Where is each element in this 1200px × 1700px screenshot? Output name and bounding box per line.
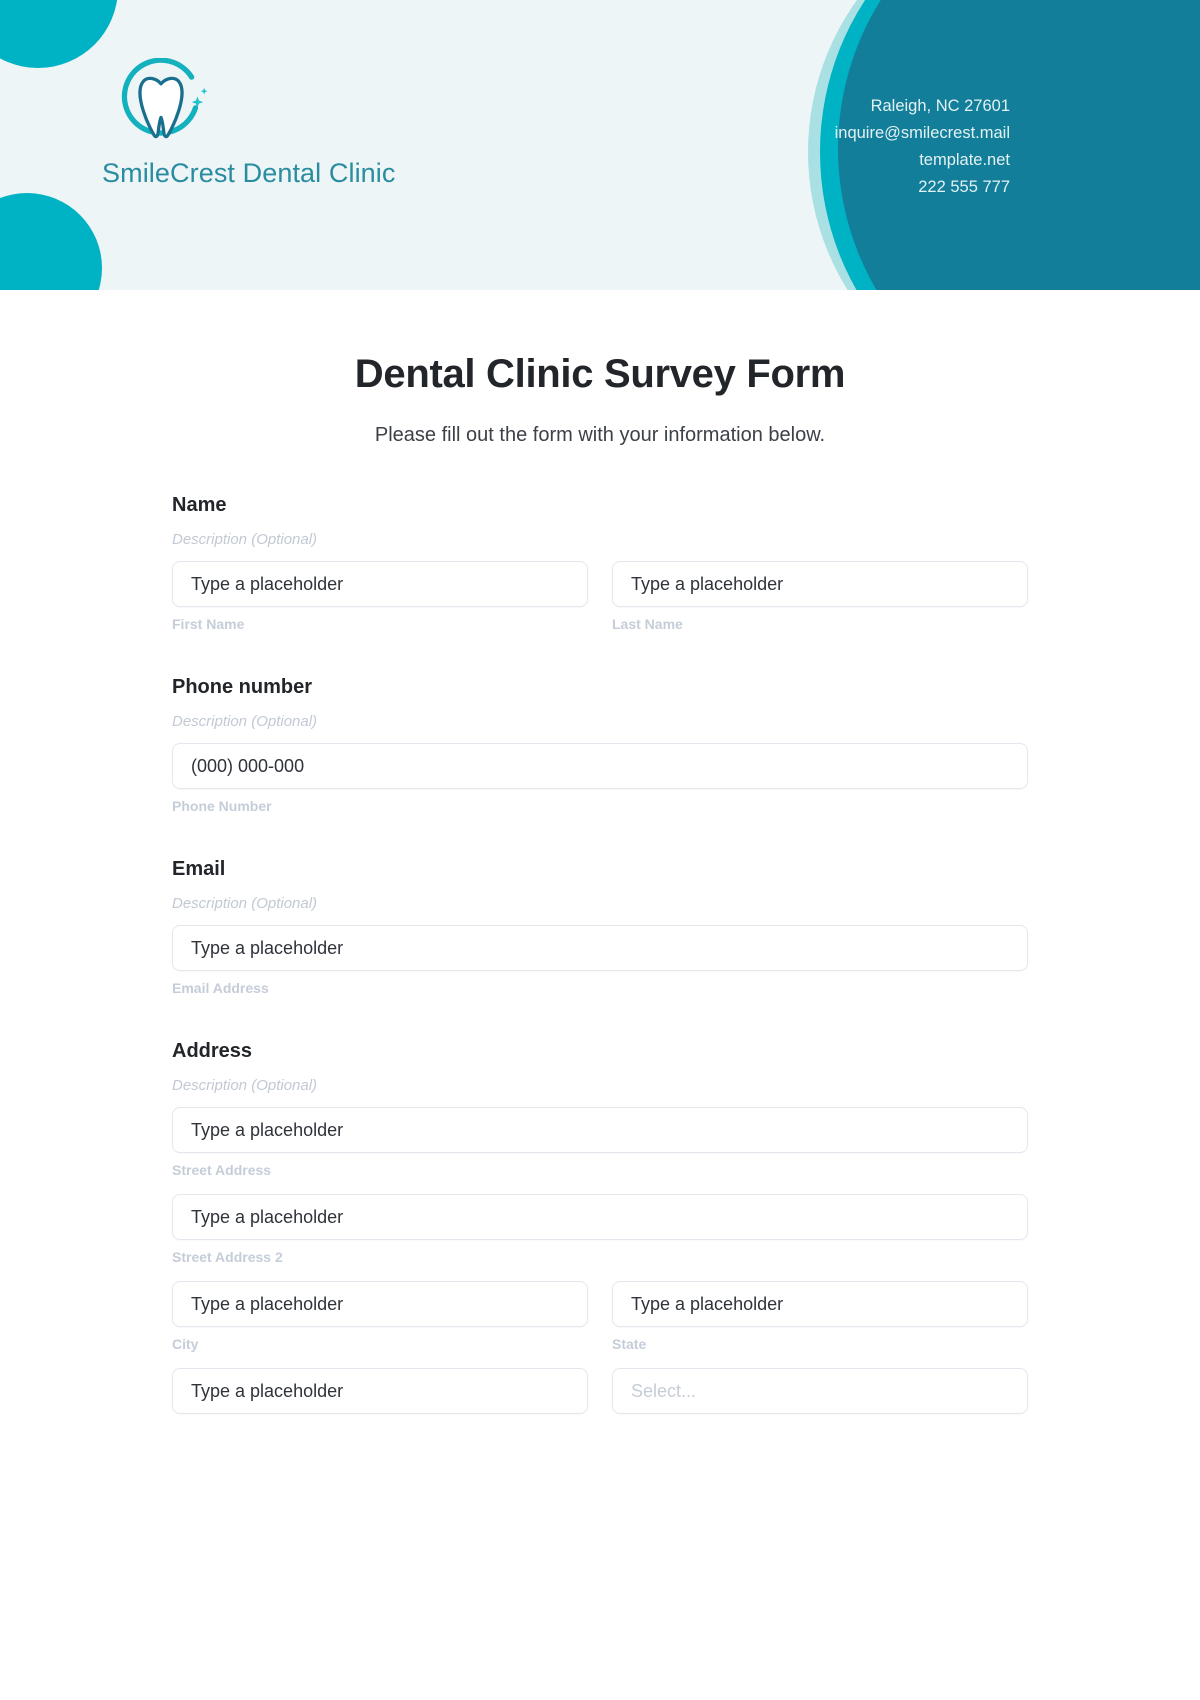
last-name-input[interactable]: Type a placeholder bbox=[612, 561, 1028, 607]
state-sublabel: State bbox=[612, 1336, 647, 1352]
country-column: Select... bbox=[612, 1368, 1028, 1414]
form-body: Dental Clinic Survey Form Please fill ou… bbox=[0, 290, 1200, 1414]
street-address-2-input[interactable]: Type a placeholder bbox=[172, 1194, 1028, 1240]
field-block-name: Name Description (Optional) Type a place… bbox=[172, 494, 1028, 632]
country-select[interactable]: Select... bbox=[612, 1368, 1028, 1414]
zip-column: Type a placeholder bbox=[172, 1368, 588, 1414]
label-address: Address bbox=[172, 1040, 253, 1062]
city-state-row: Type a placeholder City Type a placehold… bbox=[172, 1281, 1028, 1352]
label-name: Name bbox=[172, 494, 227, 516]
zip-country-row: Type a placeholder Select... bbox=[172, 1368, 1028, 1414]
description-address: Description (Optional) bbox=[172, 1077, 318, 1094]
brand-name: SmileCrest Dental Clinic bbox=[102, 158, 396, 188]
contact-phone: 222 555 777 bbox=[918, 178, 1010, 196]
contact-email: inquire@smilecrest.mail bbox=[834, 124, 1010, 142]
street-address-2-sublabel: Street Address 2 bbox=[172, 1249, 283, 1265]
decorative-circle-bottom-left bbox=[0, 193, 102, 290]
contact-website: template.net bbox=[919, 151, 1010, 169]
description-phone: Description (Optional) bbox=[172, 713, 318, 730]
first-name-column: Type a placeholder First Name bbox=[172, 561, 588, 632]
label-email: Email bbox=[172, 858, 226, 880]
contact-block: Raleigh, NC 27601 inquire@smilecrest.mai… bbox=[835, 93, 1010, 201]
field-block-phone: Phone number Description (Optional) (000… bbox=[172, 676, 1028, 814]
phone-input[interactable]: (000) 000-000 bbox=[172, 743, 1028, 789]
first-name-input[interactable]: Type a placeholder bbox=[172, 561, 588, 607]
survey-form: Name Description (Optional) Type a place… bbox=[172, 447, 1028, 1414]
field-block-email: Email Description (Optional) Type a plac… bbox=[172, 858, 1028, 996]
city-column: Type a placeholder City bbox=[172, 1281, 588, 1352]
brand-block: SmileCrest Dental Clinic bbox=[102, 58, 522, 189]
description-email: Description (Optional) bbox=[172, 895, 318, 912]
first-name-sublabel: First Name bbox=[172, 616, 245, 632]
city-input[interactable]: Type a placeholder bbox=[172, 1281, 588, 1327]
description-name: Description (Optional) bbox=[172, 531, 318, 548]
page-root: SmileCrest Dental Clinic Raleigh, NC 276… bbox=[0, 0, 1200, 1700]
state-column: Type a placeholder State bbox=[612, 1281, 1028, 1352]
state-input[interactable]: Type a placeholder bbox=[612, 1281, 1028, 1327]
contact-address: Raleigh, NC 27601 bbox=[870, 97, 1010, 115]
street-address-sublabel: Street Address bbox=[172, 1162, 272, 1178]
page-title: Dental Clinic Survey Form bbox=[354, 352, 846, 396]
street-address-input[interactable]: Type a placeholder bbox=[172, 1107, 1028, 1153]
zip-code-input[interactable]: Type a placeholder bbox=[172, 1368, 588, 1414]
page-header: SmileCrest Dental Clinic Raleigh, NC 276… bbox=[0, 0, 1200, 290]
tooth-in-circle-icon bbox=[121, 58, 208, 139]
label-phone: Phone number bbox=[172, 676, 313, 698]
email-input[interactable]: Type a placeholder bbox=[172, 925, 1028, 971]
field-block-address: Address Description (Optional) Type a pl… bbox=[172, 1040, 1028, 1414]
name-row: Type a placeholder First Name Type a pla… bbox=[172, 561, 1028, 632]
phone-sublabel: Phone Number bbox=[172, 798, 272, 814]
last-name-column: Type a placeholder Last Name bbox=[612, 561, 1028, 632]
decorative-circle-top-left bbox=[0, 0, 118, 68]
last-name-sublabel: Last Name bbox=[612, 616, 683, 632]
city-sublabel: City bbox=[172, 1336, 199, 1352]
page-subtitle: Please fill out the form with your infor… bbox=[374, 424, 826, 446]
email-sublabel: Email Address bbox=[172, 980, 269, 996]
